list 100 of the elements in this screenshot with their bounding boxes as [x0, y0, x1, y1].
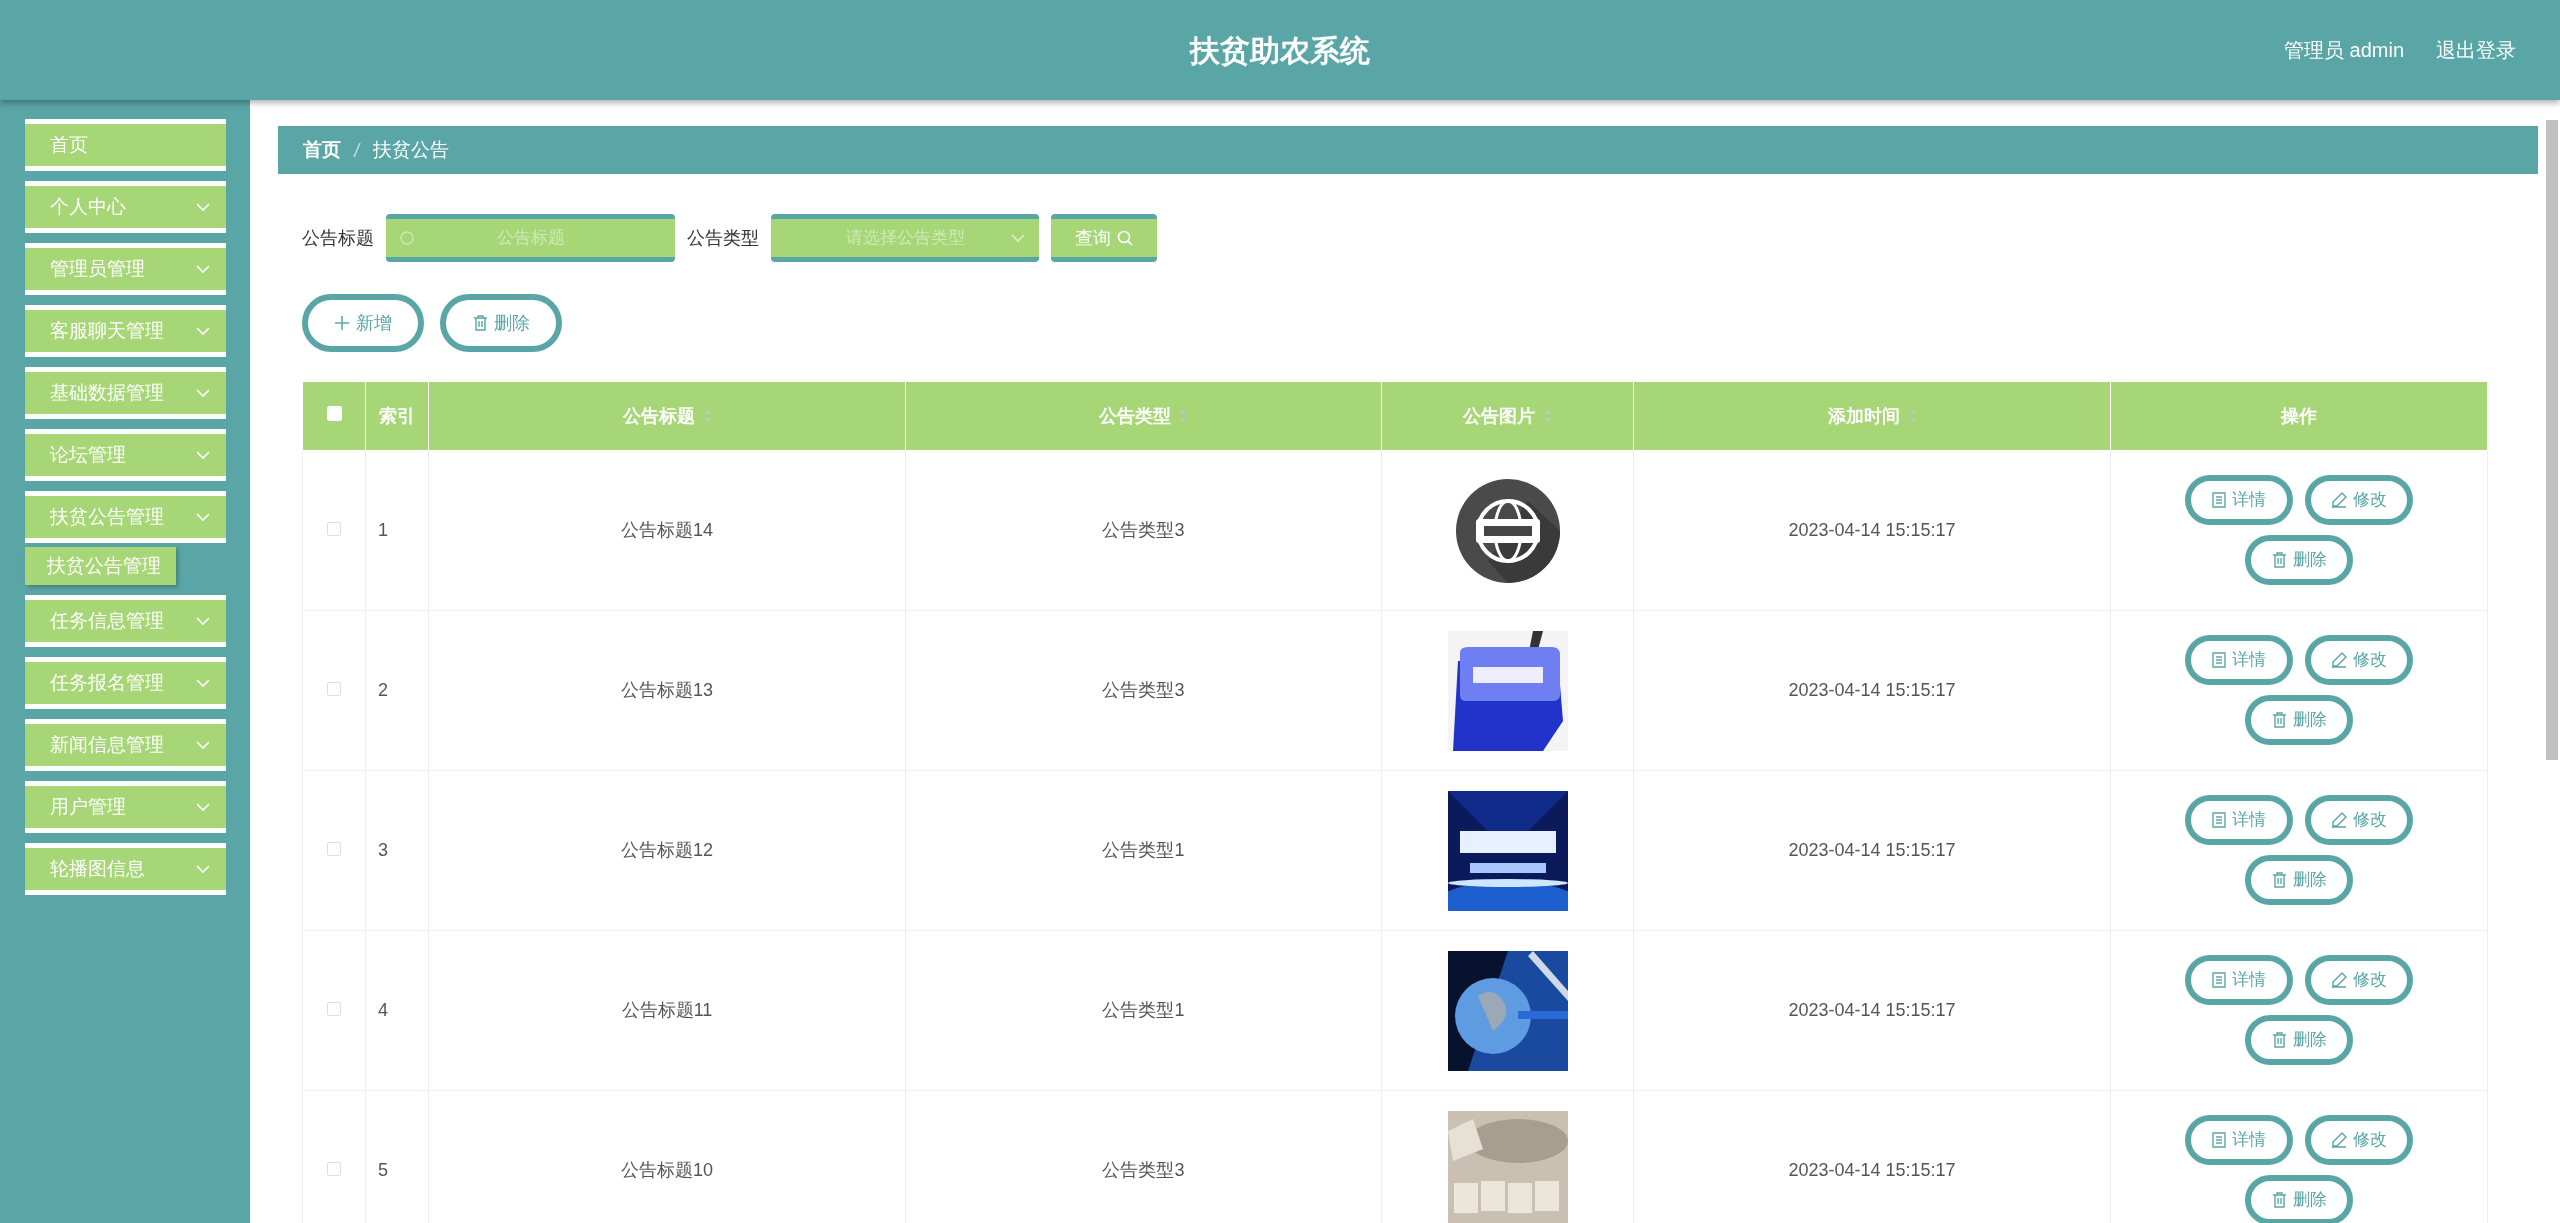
- delete-button[interactable]: 删除: [2245, 855, 2353, 905]
- pencil-icon: [2331, 972, 2347, 988]
- sort-icon: [702, 409, 712, 423]
- column-header[interactable]: 添加时间: [1827, 402, 1900, 430]
- table-cell: 公告类型1: [1102, 840, 1185, 860]
- sidebar-item[interactable]: 任务信息管理: [25, 595, 226, 647]
- select-field[interactable]: 请选择公告类型: [771, 214, 1039, 262]
- table-cell: 公告类型3: [1102, 1160, 1185, 1180]
- delete-button[interactable]: 删除: [2245, 1015, 2353, 1065]
- logout-link[interactable]: 退出登录: [2436, 35, 2516, 65]
- column-header[interactable]: 操作: [2281, 402, 2317, 430]
- scrollbar[interactable]: [2546, 120, 2558, 760]
- table-cell: 公告类型1: [1102, 1000, 1185, 1020]
- chevron-icon: [196, 388, 210, 398]
- sidebar-item[interactable]: 用户管理: [25, 781, 226, 833]
- table-cell: 2023-04-14 15:15:17: [1788, 680, 1956, 700]
- chevron-icon: [196, 678, 210, 688]
- trash-icon: [2271, 552, 2287, 568]
- breadcrumb-item[interactable]: 首页: [303, 135, 341, 165]
- checkbox[interactable]: [327, 682, 341, 696]
- plus-icon: [334, 315, 350, 331]
- table-cell: 公告标题13: [621, 680, 713, 700]
- add-button[interactable]: 新增: [302, 294, 424, 352]
- sidebar-item[interactable]: 个人中心: [25, 181, 226, 233]
- sidebar-item[interactable]: 新闻信息管理: [25, 719, 226, 771]
- clear-icon: [400, 231, 414, 245]
- delete-button[interactable]: 删除: [2245, 535, 2353, 585]
- checkbox[interactable]: [327, 842, 341, 856]
- table-cell: 2: [378, 680, 388, 700]
- field-label: 公告类型: [687, 226, 759, 250]
- chevron-icon: [196, 616, 210, 626]
- sidebar-item[interactable]: 任务报名管理: [25, 657, 226, 709]
- table-cell: 3: [378, 840, 388, 860]
- chevron-icon: [196, 264, 210, 274]
- checkbox[interactable]: [327, 1162, 341, 1176]
- trash-icon: [2271, 872, 2287, 888]
- column-header[interactable]: 公告类型: [1099, 402, 1171, 430]
- trash-icon: [2271, 712, 2287, 728]
- trash-icon: [472, 315, 488, 331]
- chevron-icon: [196, 864, 210, 874]
- sidebar-item[interactable]: 论坛管理: [25, 429, 226, 481]
- table-cell: 公告类型3: [1102, 680, 1185, 700]
- edit-button[interactable]: 修改: [2305, 955, 2413, 1005]
- chevron-icon: [196, 740, 210, 750]
- detail-button[interactable]: 详情: [2185, 795, 2293, 845]
- delete-button[interactable]: 删除: [2245, 695, 2353, 745]
- edit-button[interactable]: 修改: [2305, 1115, 2413, 1165]
- sidebar-item[interactable]: 扶贫公告管理: [25, 491, 226, 543]
- pencil-icon: [2331, 652, 2347, 668]
- table-cell: 2023-04-14 15:15:17: [1788, 1160, 1956, 1180]
- sidebar-item[interactable]: 管理员管理: [25, 243, 226, 295]
- table-cell: 公告标题12: [621, 840, 713, 860]
- detail-button[interactable]: 详情: [2185, 475, 2293, 525]
- trash-icon: [2271, 1192, 2287, 1208]
- search-button[interactable]: 查询: [1051, 214, 1157, 262]
- sort-icon: [1907, 409, 1917, 423]
- chevron-icon: [1011, 233, 1025, 243]
- edit-button[interactable]: 修改: [2305, 475, 2413, 525]
- detail-button[interactable]: 详情: [2185, 955, 2293, 1005]
- pencil-icon: [2331, 492, 2347, 508]
- document-icon: [2212, 1132, 2226, 1148]
- table-cell: 公告标题14: [621, 520, 713, 540]
- table-cell: 1: [378, 520, 388, 540]
- input-field[interactable]: 公告标题: [386, 214, 675, 262]
- table-cell: 公告标题11: [621, 1000, 713, 1020]
- separator-icon: [353, 142, 361, 158]
- document-icon: [2212, 652, 2226, 668]
- document-icon: [2212, 492, 2226, 508]
- checkbox[interactable]: [327, 522, 341, 536]
- table-cell: 4: [378, 1000, 388, 1020]
- detail-button[interactable]: 详情: [2185, 1115, 2293, 1165]
- edit-button[interactable]: 修改: [2305, 635, 2413, 685]
- submenu-item[interactable]: 扶贫公告管理: [25, 547, 176, 585]
- sidebar-item[interactable]: 轮播图信息: [25, 843, 226, 895]
- sidebar-item[interactable]: 基础数据管理: [25, 367, 226, 419]
- breadcrumb-item: 扶贫公告: [373, 137, 449, 162]
- table-cell: 公告类型3: [1102, 520, 1185, 540]
- column-header[interactable]: 公告标题: [622, 402, 695, 430]
- sidebar-item[interactable]: 首页: [25, 119, 226, 171]
- checkbox[interactable]: [327, 1002, 341, 1016]
- search-icon: [1117, 230, 1133, 246]
- edit-button[interactable]: 修改: [2305, 795, 2413, 845]
- sort-icon: [1543, 409, 1552, 423]
- chevron-icon: [196, 802, 210, 812]
- pencil-icon: [2331, 812, 2347, 828]
- delete-button[interactable]: 删除: [2245, 1175, 2353, 1223]
- document-icon: [2212, 972, 2226, 988]
- delete-button[interactable]: 删除: [440, 294, 562, 352]
- column-header[interactable]: 公告图片: [1463, 402, 1535, 430]
- chevron-icon: [196, 326, 210, 336]
- chevron-icon: [196, 512, 210, 522]
- chevron-icon: [196, 202, 210, 212]
- user-label: 管理员 admin: [2283, 38, 2404, 63]
- detail-button[interactable]: 详情: [2185, 635, 2293, 685]
- table-cell: 5: [378, 1160, 388, 1180]
- sidebar-item[interactable]: 客服聊天管理: [25, 305, 226, 357]
- field-label: 公告标题: [302, 226, 374, 250]
- trash-icon: [2271, 1032, 2287, 1048]
- table-cell: 公告标题10: [621, 1160, 713, 1180]
- chevron-icon: [196, 450, 210, 460]
